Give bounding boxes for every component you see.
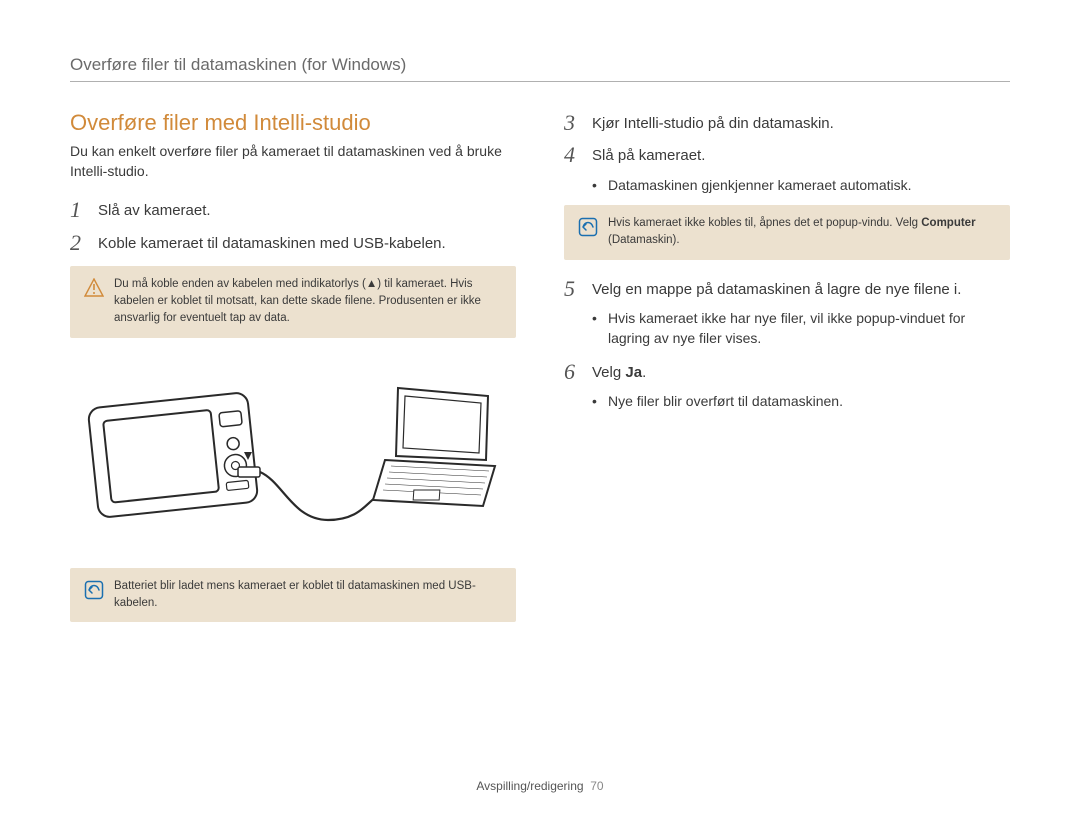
bullet-text: Datamaskinen gjenkjenner kameraet automa… — [608, 175, 912, 195]
intro-text: Du kan enkelt overføre filer på kameraet… — [70, 142, 516, 181]
step-6-prefix: Velg — [592, 364, 625, 381]
step-6-bullet: • Nye filer blir overført til datamaskin… — [592, 391, 1010, 411]
step-number: 5 — [564, 276, 592, 302]
bullet-text: Nye filer blir overført til datamaskinen… — [608, 391, 843, 411]
info-note: Hvis kameraet ikke kobles til, åpnes det… — [564, 205, 1010, 260]
page-footer: Avspilling/redigering 70 — [0, 779, 1080, 793]
step-2: 2 Koble kameraet til datamaskinen med US… — [70, 230, 516, 256]
step-text: Slå av kameraet. — [98, 197, 211, 222]
step-text: Kjør Intelli-studio på din datamaskin. — [592, 110, 834, 135]
step-number: 6 — [564, 359, 592, 385]
warning-icon — [84, 276, 114, 303]
step-1: 1 Slå av kameraet. — [70, 197, 516, 223]
info-text: Hvis kameraet ikke kobles til, åpnes det… — [608, 215, 996, 250]
footer-section: Avspilling/redigering — [476, 779, 583, 793]
info-icon — [84, 578, 114, 605]
bullet-dot: • — [592, 308, 608, 328]
step-5-bullet: • Hvis kameraet ikke har nye filer, vil … — [592, 308, 1010, 349]
content-columns: Overføre filer med Intelli-studio Du kan… — [70, 110, 1010, 636]
info-note: Batteriet blir ladet mens kameraet er ko… — [70, 568, 516, 623]
step-number: 1 — [70, 197, 98, 223]
step-number: 3 — [564, 110, 592, 136]
section-title: Overføre filer med Intelli-studio — [70, 110, 516, 136]
left-column: Overføre filer med Intelli-studio Du kan… — [70, 110, 516, 636]
warning-text: Du må koble enden av kabelen med indikat… — [114, 276, 502, 328]
bullet-dot: • — [592, 391, 608, 411]
step-6: 6 Velg Ja. — [564, 359, 1010, 385]
step-6-bold: Ja — [625, 364, 642, 381]
footer-page-number: 70 — [590, 779, 603, 793]
step-text: Koble kameraet til datamaskinen med USB-… — [98, 230, 446, 255]
breadcrumb: Overføre filer til datamaskinen (for Win… — [70, 55, 1010, 82]
step-5: 5 Velg en mappe på datamaskinen å lagre … — [564, 276, 1010, 302]
info-icon — [578, 215, 608, 242]
info-prefix: Hvis kameraet ikke kobles til, åpnes det… — [608, 217, 921, 229]
step-4-bullet: • Datamaskinen gjenkjenner kameraet auto… — [592, 175, 1010, 195]
info-text: Batteriet blir ladet mens kameraet er ko… — [114, 578, 502, 613]
step-text: Velg en mappe på datamaskinen å lagre de… — [592, 276, 961, 301]
right-column: 3 Kjør Intelli-studio på din datamaskin.… — [564, 110, 1010, 636]
warning-note: Du må koble enden av kabelen med indikat… — [70, 266, 516, 338]
bullet-text: Hvis kameraet ikke har nye filer, vil ik… — [608, 308, 1010, 349]
step-4: 4 Slå på kameraet. — [564, 142, 1010, 168]
step-text: Slå på kameraet. — [592, 142, 705, 167]
bullet-dot: • — [592, 175, 608, 195]
info-bold: Computer — [921, 217, 975, 229]
step-6-suffix: . — [642, 364, 646, 381]
step-3: 3 Kjør Intelli-studio på din datamaskin. — [564, 110, 1010, 136]
step-number: 4 — [564, 142, 592, 168]
info-suffix: (Datamaskin). — [608, 234, 680, 246]
step-number: 2 — [70, 230, 98, 256]
connection-illustration — [70, 352, 516, 558]
step-text: Velg Ja. — [592, 359, 646, 384]
